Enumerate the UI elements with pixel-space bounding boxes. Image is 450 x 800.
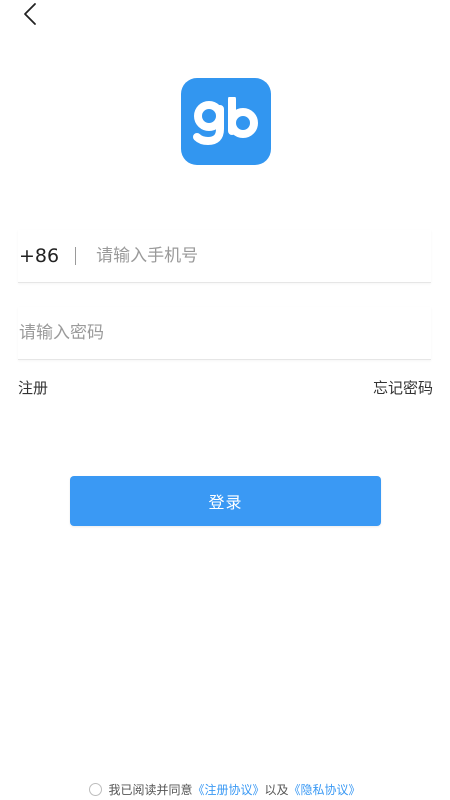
terms-link[interactable]: 《注册协议》 <box>192 781 264 798</box>
country-code-selector[interactable]: +86 <box>18 245 59 267</box>
forgot-password-link[interactable]: 忘记密码 <box>373 377 433 398</box>
chevron-left-icon <box>24 3 36 25</box>
phone-input[interactable] <box>96 246 431 266</box>
account-links: 注册 忘记密码 <box>18 377 433 398</box>
agreement-prefix: 我已阅读并同意 <box>108 783 193 797</box>
privacy-link[interactable]: 《隐私协议》 <box>289 781 361 798</box>
agreement-checkbox[interactable] <box>89 783 103 796</box>
agreement-conjunction: 以及 <box>264 783 289 797</box>
password-field <box>18 307 431 360</box>
back-button[interactable] <box>16 0 44 28</box>
app-logo <box>181 78 271 165</box>
register-link[interactable]: 注册 <box>18 377 48 398</box>
field-divider <box>75 247 77 265</box>
password-input[interactable] <box>18 323 431 343</box>
gb-logo-mark <box>193 96 258 145</box>
login-button[interactable]: 登录 <box>70 476 381 526</box>
phone-field: +86 <box>18 230 431 283</box>
agreement-row: 我已阅读并同意 《注册协议》 以及 《隐私协议》 <box>0 781 450 798</box>
